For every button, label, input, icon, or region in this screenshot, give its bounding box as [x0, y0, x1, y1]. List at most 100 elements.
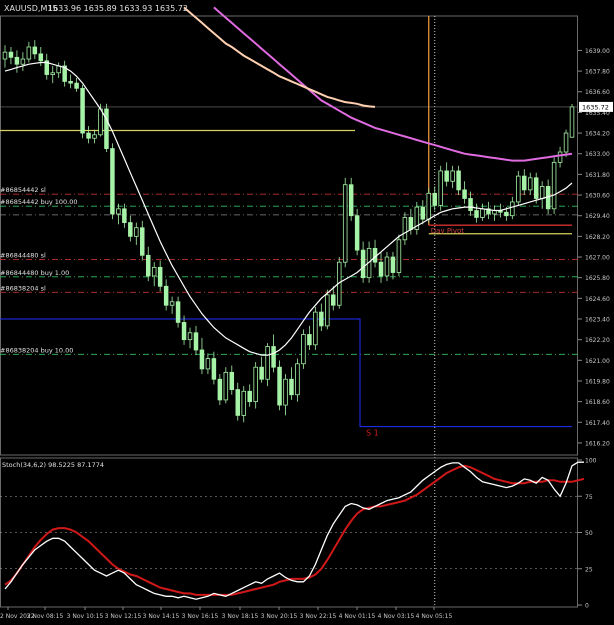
- candle-body: [468, 198, 473, 211]
- candle-body: [8, 51, 14, 58]
- stoch-tick-label: 0: [585, 603, 589, 610]
- trading-chart[interactable]: #86854442 sl #86854442 buy 100.00 #8684448…: [0, 0, 614, 625]
- candle-body: [211, 358, 217, 380]
- candle-body: [110, 148, 115, 215]
- price-tick-label: 1621.00: [585, 358, 610, 365]
- candle-body: [277, 366, 282, 406]
- candle-body: [86, 132, 91, 139]
- level-label: #86844480 buy 1.00: [0, 269, 69, 277]
- candle-body: [98, 108, 103, 136]
- candle-body: [420, 206, 426, 220]
- candle-body: [325, 294, 330, 327]
- candle-body: [408, 217, 414, 230]
- candle-body: [193, 332, 199, 351]
- level-label: #86838204 buy 10.00: [0, 346, 73, 354]
- candle-body: [116, 208, 121, 215]
- candle-body: [68, 81, 73, 84]
- candle-body: [14, 56, 20, 65]
- candle-body: [283, 378, 288, 406]
- time-tick-label: 3 Nov 08:15: [27, 613, 64, 620]
- price-tick-label: 1616.20: [585, 440, 610, 447]
- candle-body: [450, 170, 455, 182]
- candle-body: [20, 58, 26, 65]
- candle-body: [289, 378, 294, 396]
- time-tick-label: 4 Nov 05:15: [416, 613, 453, 620]
- time-tick-label: 4 Nov 01:15: [339, 613, 376, 620]
- price-tick-label: 1617.40: [585, 420, 610, 427]
- time-tick-label: 3 Nov 18:15: [222, 613, 259, 620]
- candle-body: [563, 132, 569, 153]
- candle-body: [253, 366, 258, 403]
- time-tick-label: 3 Nov 22:15: [300, 613, 337, 620]
- candle-body: [348, 184, 354, 217]
- candle-body: [223, 371, 229, 401]
- candle-body: [331, 294, 336, 306]
- candle-body: [510, 201, 515, 217]
- candle-body: [551, 161, 557, 210]
- candle-body: [151, 266, 157, 277]
- candle-body: [438, 170, 443, 206]
- candle-body: [504, 211, 509, 217]
- candle-body: [313, 311, 318, 346]
- candle-body: [122, 208, 127, 223]
- candle-body: [74, 82, 79, 89]
- stoch-tick-label: 50: [585, 530, 593, 537]
- candle-body: [533, 177, 539, 199]
- candle-body: [157, 266, 163, 287]
- candle-body: [522, 175, 527, 191]
- price-tick-label: 1619.80: [585, 378, 610, 385]
- candle-body: [181, 322, 187, 341]
- pivot-label: Day Pivot: [431, 227, 464, 235]
- candle-body: [354, 215, 360, 251]
- candle-body: [557, 151, 563, 163]
- candle-body: [474, 210, 479, 218]
- candle-body: [128, 222, 133, 237]
- candle-body: [539, 186, 545, 199]
- candle-body: [26, 46, 32, 60]
- candle-body: [169, 301, 175, 306]
- price-tick-label: 1631.80: [585, 172, 610, 179]
- time-tick-label: 3 Nov 12:15: [105, 613, 142, 620]
- time-tick-label: 4 Nov 03:15: [378, 613, 415, 620]
- stoch-tick-label: 100: [585, 458, 597, 465]
- stoch-tick-label: 25: [585, 566, 593, 573]
- candle-body: [426, 192, 432, 220]
- level-label: #86844480 sl: [0, 252, 46, 260]
- candle-body: [235, 389, 241, 416]
- time-tick-label: 3 Nov 10:15: [67, 613, 104, 620]
- level-label: #86838204 sl: [0, 284, 46, 292]
- candle-body: [56, 65, 61, 74]
- candle-body: [527, 177, 533, 191]
- price-tick-label: 1634.20: [585, 131, 610, 138]
- candle-body: [342, 184, 348, 263]
- candle-body: [265, 346, 270, 380]
- candle-body: [140, 227, 145, 256]
- candle-body: [319, 311, 324, 327]
- candle-body: [32, 46, 38, 55]
- candle-body: [301, 334, 306, 365]
- candle-body: [360, 249, 366, 279]
- candle-body: [38, 53, 44, 62]
- candle-body: [199, 349, 205, 370]
- level-label: #86854442 buy 100.00: [0, 198, 78, 206]
- candle-body: [229, 371, 235, 390]
- candle-body: [396, 239, 402, 273]
- price-tick-label: 1624.60: [585, 296, 610, 303]
- candle-body: [241, 390, 246, 416]
- candle-body: [50, 72, 55, 75]
- candle-body: [271, 346, 276, 368]
- candle-body: [402, 217, 408, 241]
- candle-body: [205, 358, 211, 370]
- candle-body: [295, 363, 300, 396]
- time-tick-label: 3 Nov 20:15: [261, 613, 298, 620]
- current-price-text: 1635.72: [582, 103, 609, 111]
- candle-body: [92, 134, 97, 139]
- time-tick-label: 3 Nov 14:15: [143, 613, 180, 620]
- candle-body: [247, 390, 252, 403]
- candle-body: [134, 227, 139, 237]
- candle-body: [384, 256, 390, 277]
- price-tick-label: 1622.20: [585, 337, 610, 344]
- candle-body: [456, 170, 461, 191]
- candle-body: [259, 366, 264, 380]
- candle-body: [187, 332, 193, 341]
